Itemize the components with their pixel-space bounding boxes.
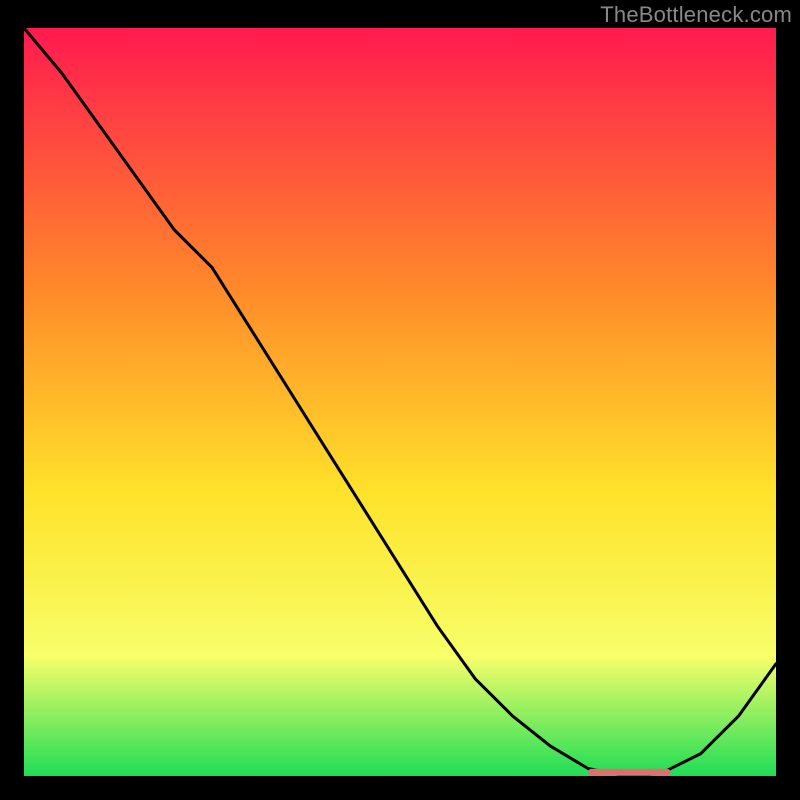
plot-area bbox=[24, 28, 776, 776]
optimal-marker bbox=[588, 769, 671, 776]
chart-container: TheBottleneck.com bbox=[0, 0, 800, 800]
gradient-background bbox=[24, 28, 776, 776]
watermark-text: TheBottleneck.com bbox=[600, 2, 792, 28]
chart-svg bbox=[24, 28, 776, 776]
